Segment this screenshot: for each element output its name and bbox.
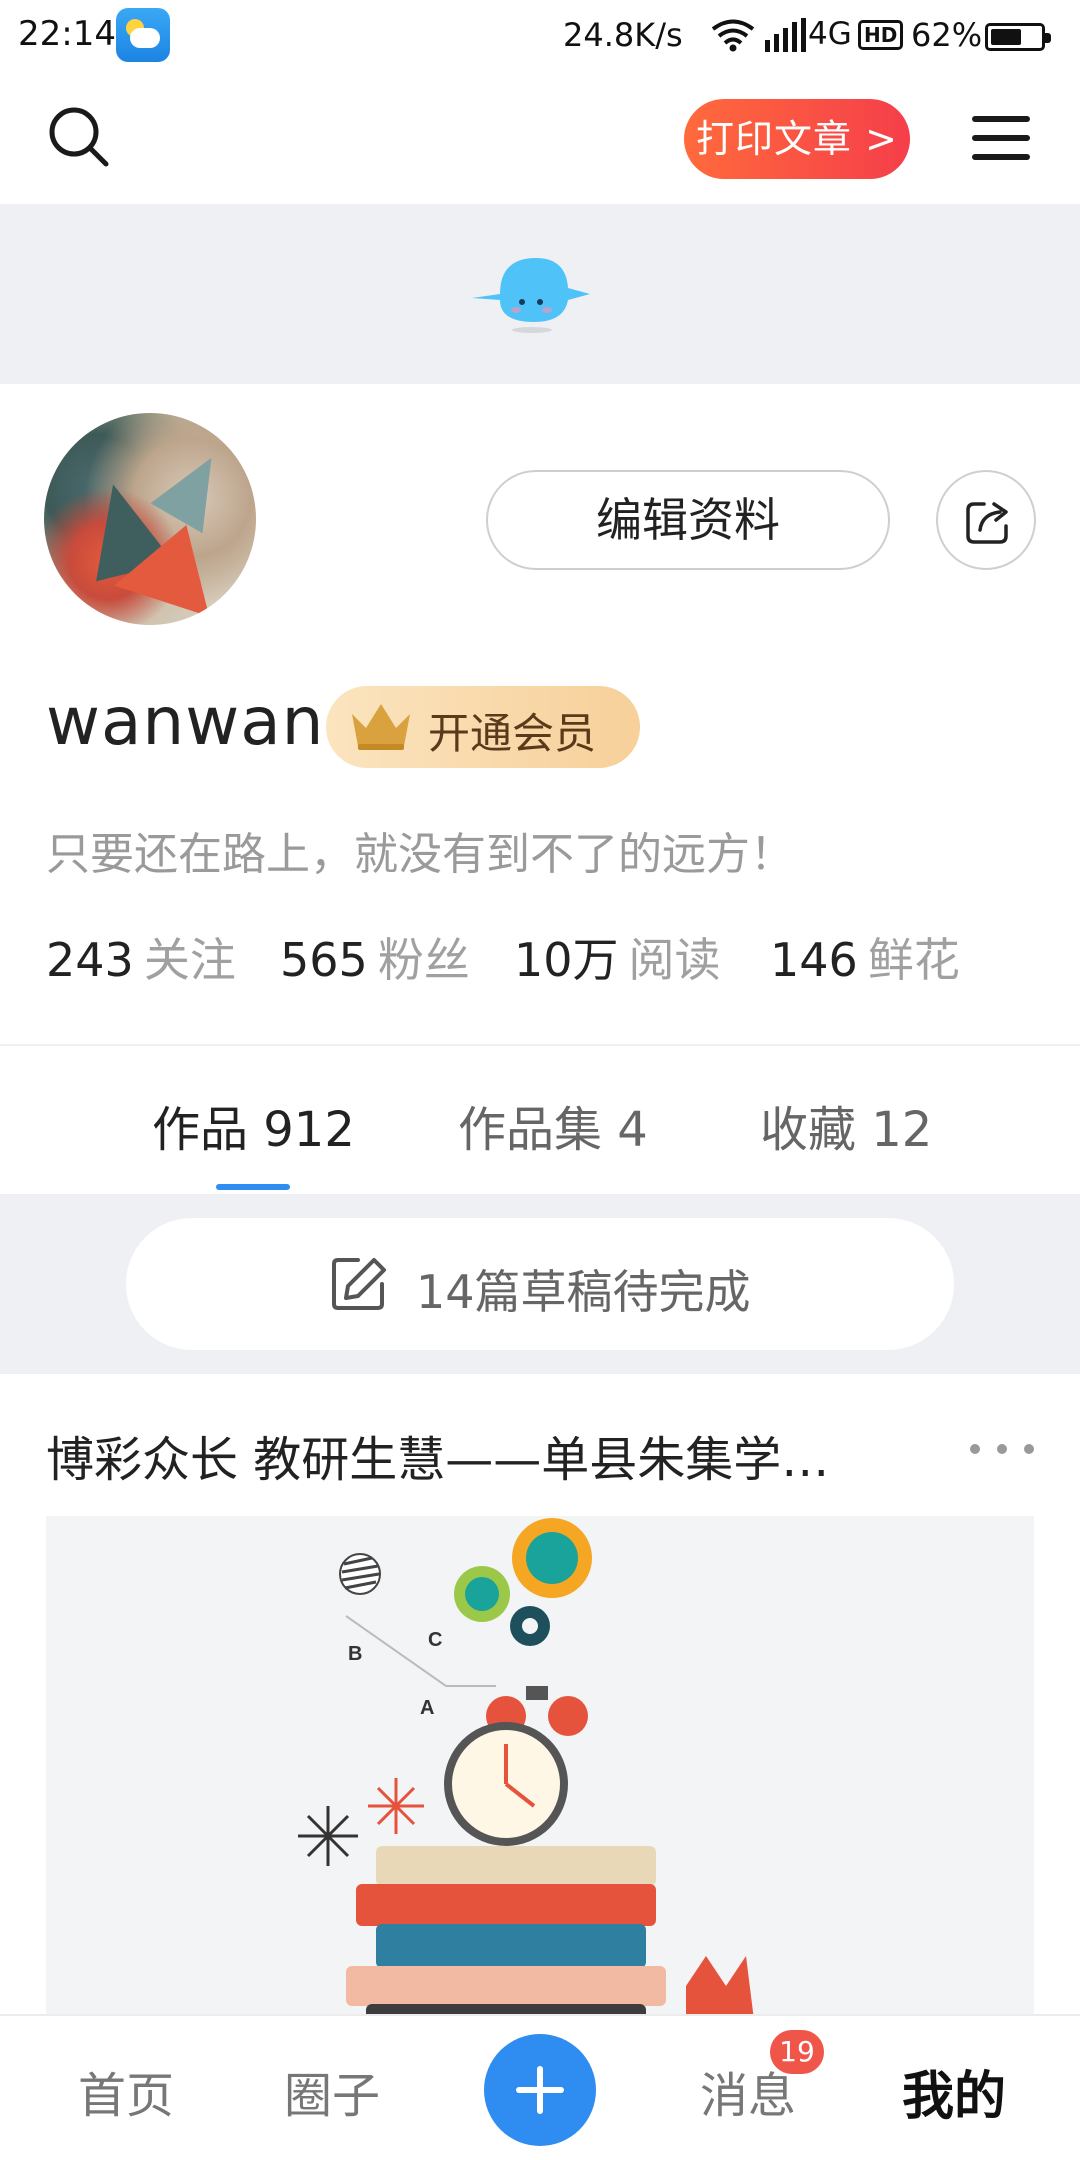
edit-profile-button[interactable]: 编辑资料 <box>486 470 890 570</box>
hd-badge: HD <box>858 20 904 50</box>
status-time: 22:14 <box>18 14 116 54</box>
share-icon <box>966 502 1008 544</box>
battery-percent: 62% <box>911 16 983 54</box>
nav-me[interactable]: 我的 <box>902 2054 1006 2129</box>
active-tab-indicator <box>216 1184 290 1190</box>
message-count-badge: 19 <box>770 2030 824 2074</box>
whale-mascot-icon <box>472 258 590 333</box>
wifi-icon <box>711 19 755 52</box>
content-tabs: 作品 912 作品集 4 收藏 12 <box>0 1046 1080 1194</box>
signal-icon <box>765 18 806 52</box>
share-button[interactable] <box>936 470 1036 570</box>
nav-circle[interactable]: 圈子 <box>284 2056 380 2126</box>
nav-home[interactable]: 首页 <box>78 2056 174 2126</box>
image-label-a: A <box>420 1697 434 1719</box>
tab-works[interactable]: 作品 912 <box>152 1090 355 1160</box>
bottom-navigation: 首页 圈子 消息 19 我的 <box>0 2014 1080 2160</box>
menu-icon[interactable] <box>972 112 1032 164</box>
avatar[interactable] <box>44 413 256 625</box>
more-options-icon[interactable] <box>968 1438 1036 1458</box>
battery-icon <box>985 23 1051 51</box>
search-icon[interactable] <box>44 102 114 172</box>
profile-signature: 只要还在路上，就没有到不了的远方！ <box>46 829 794 880</box>
profile-banner[interactable] <box>0 204 1080 384</box>
crown-icon <box>352 704 410 750</box>
stat-flowers[interactable]: 146 鲜花 <box>770 924 960 990</box>
edit-draft-icon <box>332 1258 386 1310</box>
print-article-button[interactable]: 打印文章 > <box>684 99 910 179</box>
stat-reads[interactable]: 10万 阅读 <box>514 924 721 990</box>
add-button[interactable] <box>484 2034 596 2146</box>
vip-badge[interactable]: 开通会员 <box>326 686 640 768</box>
top-bar: 打印文章 > <box>0 72 1080 204</box>
drafts-button[interactable]: 14篇草稿待完成 <box>126 1218 954 1350</box>
drafts-text: 14篇草稿待完成 <box>416 1265 751 1319</box>
education-illustration: B C A <box>298 1518 756 2036</box>
status-bar: 22:14 24.8K/s 4G HD 62% <box>0 0 1080 72</box>
weather-app-icon <box>116 8 170 62</box>
article-cover-image[interactable]: B C A <box>46 1516 1034 2036</box>
network-type: 4G <box>808 16 852 52</box>
stat-following[interactable]: 243 关注 <box>46 924 236 990</box>
net-speed: 24.8K/s <box>563 16 683 54</box>
vip-label: 开通会员 <box>428 709 597 758</box>
article-title[interactable]: 博彩众长 教研生慧——单县朱集学… <box>46 1420 906 1490</box>
stat-followers[interactable]: 565 粉丝 <box>280 924 470 990</box>
drafts-section: 14篇草稿待完成 <box>0 1194 1080 1374</box>
tab-favorites[interactable]: 收藏 12 <box>760 1090 932 1160</box>
image-label-c: C <box>428 1629 442 1651</box>
image-label-b: B <box>348 1643 362 1665</box>
tab-collections[interactable]: 作品集 4 <box>458 1090 648 1160</box>
username: wanwan <box>46 683 325 760</box>
